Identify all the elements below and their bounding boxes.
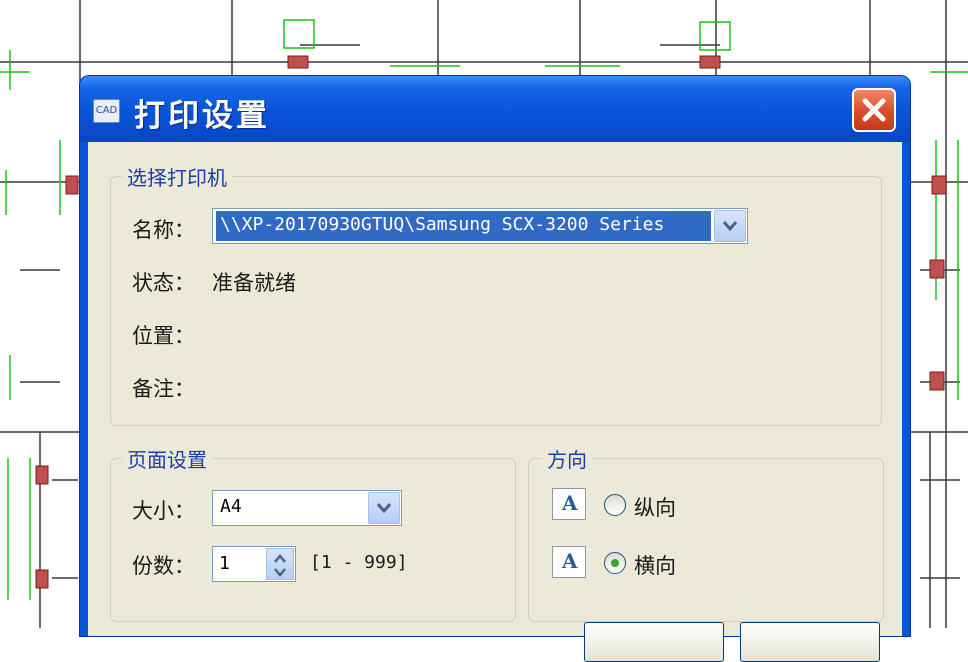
spin-down-icon[interactable]	[273, 567, 287, 577]
cancel-button[interactable]	[740, 622, 880, 662]
printer-status-value: 准备就绪	[212, 271, 296, 295]
landscape-icon: A	[552, 546, 586, 578]
page-setup-group	[110, 458, 516, 622]
chevron-down-icon	[377, 503, 391, 514]
portrait-radio[interactable]	[604, 494, 626, 516]
page-size-value: A4	[220, 496, 242, 517]
radio-selected-dot	[611, 559, 619, 567]
cad-app-icon: CAD	[93, 99, 120, 123]
printer-group-label: 选择打印机	[122, 162, 232, 191]
orientation-group	[528, 458, 884, 622]
close-icon	[862, 98, 886, 122]
copies-label: 份数：	[132, 554, 195, 578]
dialog-title: 打印设置	[134, 98, 270, 134]
dialog-client-area: 选择打印机 名称： \\XP-20170930GTUQ\Samsung SCX-…	[88, 142, 902, 662]
printer-name-value: \\XP-20170930GTUQ\Samsung SCX-3200 Serie…	[216, 211, 711, 241]
copies-spin-buttons[interactable]	[266, 548, 294, 580]
portrait-icon: A	[552, 488, 586, 520]
printer-comment-label: 备注：	[132, 377, 195, 401]
orientation-group-label: 方向	[542, 444, 592, 473]
printer-status-label: 状态：	[132, 271, 195, 295]
page-size-label: 大小：	[132, 499, 195, 523]
copies-spinner[interactable]: 1	[212, 546, 296, 582]
portrait-label[interactable]: 纵向	[634, 492, 676, 522]
close-button[interactable]	[852, 88, 896, 132]
landscape-label[interactable]: 横向	[634, 550, 676, 580]
copies-value: 1	[219, 553, 230, 574]
printer-name-label: 名称：	[132, 218, 195, 242]
printer-location-label: 位置：	[132, 324, 195, 348]
page-setup-group-label: 页面设置	[122, 444, 212, 473]
page-size-select[interactable]: A4	[212, 490, 402, 526]
chevron-down-icon	[723, 221, 737, 232]
printer-name-select[interactable]: \\XP-20170930GTUQ\Samsung SCX-3200 Serie…	[212, 208, 748, 244]
copies-range: [1 - 999]	[310, 552, 408, 573]
title-bar[interactable]: CAD 打印设置	[80, 76, 910, 142]
printer-dropdown-button[interactable]	[714, 210, 746, 242]
print-settings-dialog: CAD 打印设置 选择打印机 名称： \\XP-20170930GTUQ\Sam…	[80, 76, 910, 662]
landscape-radio[interactable]	[604, 552, 626, 574]
ok-button[interactable]	[584, 622, 724, 662]
page-size-dropdown-button[interactable]	[368, 492, 400, 524]
spin-up-icon[interactable]	[273, 554, 287, 564]
